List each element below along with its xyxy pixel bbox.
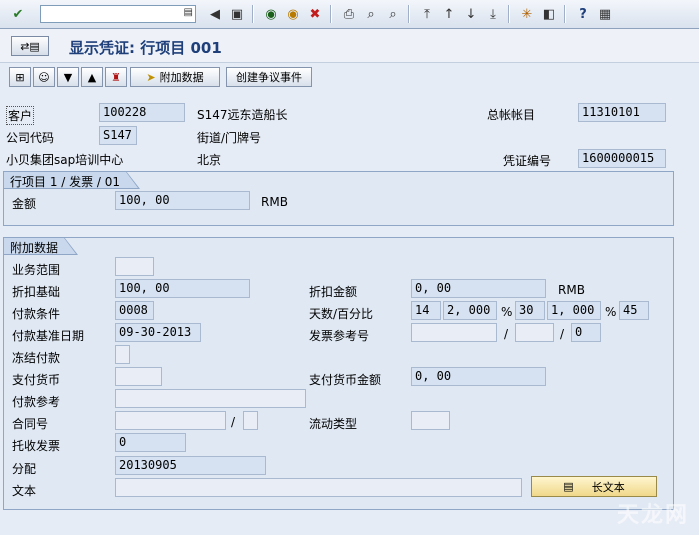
company-code-label: 公司代码 [6, 131, 55, 145]
baseline-date-field[interactable]: 09-30-2013 [115, 323, 201, 342]
bill-of-exchange-label: 托收发票 [12, 439, 61, 453]
title-bar: ⇄▤ 显示凭证: 行项目 001 [0, 29, 699, 63]
payment-currency-field[interactable] [115, 367, 162, 386]
payment-currency-amount-label: 支付货币金额 [309, 373, 382, 387]
watermark: 天龙网 [616, 502, 689, 528]
application-toolbar: ⊞ ☺ ▼ ▲ ♜ ➤ 附加数据 创建争议事件 [0, 63, 699, 91]
discount-base-label: 折扣基础 [12, 285, 61, 299]
amount-field[interactable]: 100, 00 [115, 191, 250, 210]
percent-2-field[interactable]: 1, 000 [547, 301, 601, 320]
payment-currency-amount-field[interactable]: 0, 00 [411, 367, 546, 386]
find-icon[interactable]: ⌕ [361, 4, 381, 24]
line-item-group: 行项目 1 / 发票 / 01 [3, 171, 674, 226]
check-icon[interactable]: ✔ [8, 4, 28, 24]
gl-account-label: 总帐帐目 [487, 108, 536, 122]
city: 北京 [197, 153, 222, 167]
invoice-ref-year-field[interactable] [515, 323, 554, 342]
invoice-ref-slash-2: / [560, 327, 565, 341]
contract-slash: / [231, 415, 236, 429]
text-field[interactable] [115, 478, 522, 497]
customer-field[interactable]: 100228 [99, 103, 185, 122]
doc-number-field[interactable]: 1600000015 [578, 149, 666, 168]
document-display-icon[interactable]: ⇄▤ [11, 36, 49, 56]
contract-label: 合同号 [12, 417, 49, 431]
payment-terms-label: 付款条件 [12, 307, 61, 321]
page-title: 显示凭证: 行项目 001 [69, 39, 222, 57]
days-2-field[interactable]: 30 [515, 301, 545, 320]
payment-reference-field[interactable] [115, 389, 306, 408]
discount-currency: RMB [558, 283, 585, 297]
company-name: 小贝集团sap培训中心 [6, 153, 124, 167]
payment-currency-label: 支付货币 [12, 373, 61, 387]
line-item-tab: 行项目 1 / 发票 / 01 [3, 171, 141, 189]
additional-data-icon: ➤ [146, 70, 156, 84]
first-page-icon[interactable]: ⤒ [417, 4, 437, 24]
payment-block-field[interactable] [115, 345, 130, 364]
new-session-icon[interactable]: ✳ [517, 4, 537, 24]
invoice-ref-slash-1: / [504, 327, 509, 341]
last-page-icon[interactable]: ⤓ [483, 4, 503, 24]
additional-data-button[interactable]: ➤ 附加数据 [130, 67, 220, 87]
discount-amount-label: 折扣金额 [309, 285, 358, 299]
overview-icon[interactable]: ⊞ [9, 67, 31, 87]
company-code-field[interactable]: S147 [99, 126, 137, 145]
contract-field[interactable] [115, 411, 226, 430]
days-3-field[interactable]: 45 [619, 301, 649, 320]
gl-account-field[interactable]: 11310101 [578, 103, 666, 122]
bill-of-exchange-field[interactable]: 0 [115, 433, 186, 452]
print-icon[interactable]: ⎙ [339, 4, 359, 24]
shortcut-icon[interactable]: ◧ [539, 4, 559, 24]
discount-base-field[interactable]: 100, 00 [115, 279, 250, 298]
chevron-up-icon[interactable]: ▲ [81, 67, 103, 87]
invoice-ref-label: 发票参考号 [309, 329, 370, 343]
baseline-date-label: 付款基准日期 [12, 329, 85, 343]
amount-label: 金额 [12, 197, 37, 211]
find-next-icon[interactable]: ⌕ [383, 4, 403, 24]
system-toolbar: ✔ ▤ ◀ ▣ ◉ ◉ ✖ ⎙ ⌕ ⌕ ⤒ ↑ ↓ ⤓ ✳ ◧ ? ▦ [0, 0, 699, 29]
assignment-label: 分配 [12, 462, 37, 476]
collapse-icon[interactable]: ◀ [205, 4, 225, 24]
flow-type-field[interactable] [411, 411, 450, 430]
help-icon[interactable]: ? [573, 4, 593, 24]
invoice-ref-field[interactable] [411, 323, 497, 342]
customer-name: S147远东造船长 [197, 108, 288, 122]
percent-sign-2: % [605, 305, 617, 319]
additional-data-tab: 附加数据 [3, 237, 79, 255]
chevron-down-icon[interactable]: ▼ [57, 67, 79, 87]
business-area-label: 业务范围 [12, 263, 61, 277]
exit-icon[interactable]: ◉ [283, 4, 303, 24]
contract-type-field[interactable] [243, 411, 258, 430]
customer-icon[interactable]: ☺ [33, 67, 55, 87]
assignment-field[interactable]: 20130905 [115, 456, 266, 475]
customer-label: 客户 [6, 106, 35, 125]
next-page-icon[interactable]: ↓ [461, 4, 481, 24]
hat-icon[interactable]: ♜ [105, 67, 127, 87]
days-percent-label: 天数/百分比 [309, 307, 374, 321]
discount-amount-field[interactable]: 0, 00 [411, 279, 546, 298]
layout-menu-icon[interactable]: ▦ [595, 4, 615, 24]
percent-1-field[interactable]: 2, 000 [443, 301, 497, 320]
street-label: 街道/门牌号 [197, 131, 262, 145]
flow-type-label: 流动类型 [309, 417, 358, 431]
long-text-icon: ▤ [563, 480, 574, 493]
days-1-field[interactable]: 14 [411, 301, 441, 320]
long-text-button[interactable]: ▤ 长文本 [531, 476, 657, 497]
payment-block-label: 冻结付款 [12, 351, 61, 365]
command-history-icon[interactable]: ▤ [184, 7, 193, 18]
business-area-field[interactable] [115, 257, 154, 276]
doc-number-label: 凭证编号 [503, 154, 552, 168]
payment-reference-label: 付款参考 [12, 395, 61, 409]
previous-page-icon[interactable]: ↑ [439, 4, 459, 24]
cancel-icon[interactable]: ✖ [305, 4, 325, 24]
text-label: 文本 [12, 484, 37, 498]
percent-sign-1: % [501, 305, 513, 319]
invoice-ref-item-field[interactable]: 0 [571, 323, 601, 342]
amount-currency: RMB [261, 195, 288, 209]
create-dispute-button[interactable]: 创建争议事件 [226, 67, 312, 87]
payment-terms-field[interactable]: 0008 [115, 301, 154, 320]
back-icon[interactable]: ◉ [261, 4, 281, 24]
save-icon[interactable]: ▣ [227, 4, 247, 24]
command-field[interactable]: ▤ [40, 5, 196, 23]
